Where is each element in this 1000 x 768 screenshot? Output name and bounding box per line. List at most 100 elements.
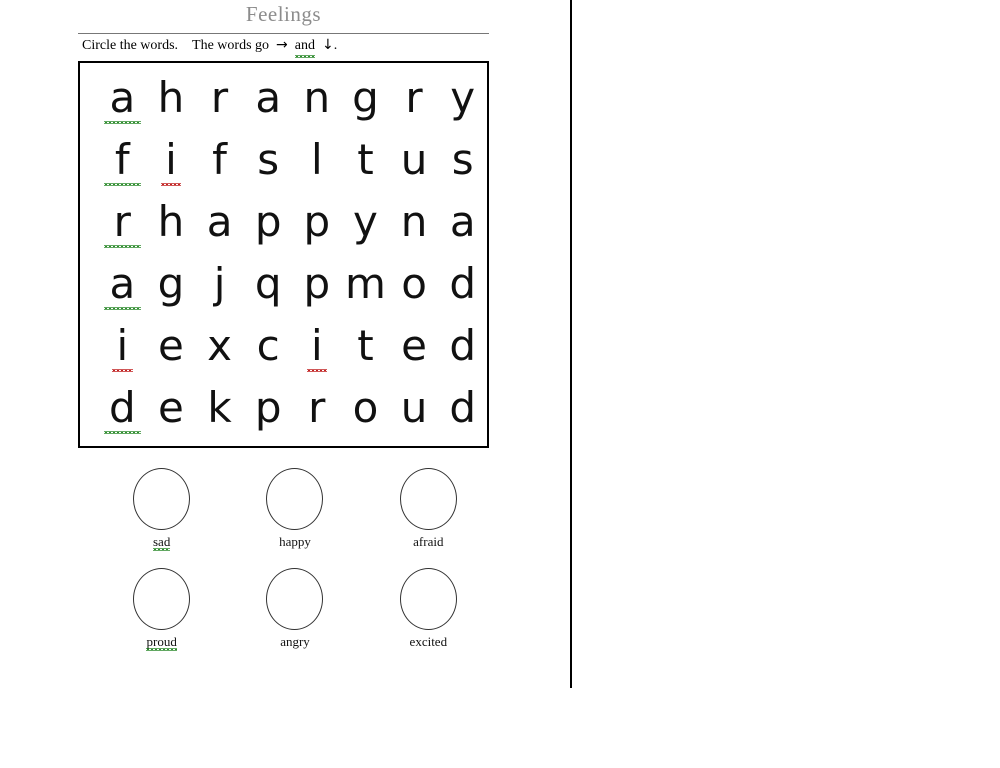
grid-letter-cell[interactable]: r: [293, 383, 342, 433]
grid-letter: f: [212, 135, 227, 184]
grid-letter-cell[interactable]: n: [390, 197, 439, 247]
word-bank-item[interactable]: excited: [362, 568, 495, 668]
grid-letter-cell[interactable]: p: [244, 197, 293, 247]
grid-letter-cell[interactable]: u: [390, 135, 439, 185]
grid-letter: r: [113, 197, 131, 246]
grid-letter-cell[interactable]: t: [341, 135, 390, 185]
grid-letter-cell[interactable]: h: [147, 197, 196, 247]
grid-letter: p: [303, 259, 331, 308]
grid-letter-cell[interactable]: o: [341, 383, 390, 433]
grid-letter: y: [450, 73, 476, 122]
grid-letter-cell[interactable]: p: [244, 383, 293, 433]
grid-letter-cell[interactable]: i: [293, 321, 342, 372]
grid-letter-cell[interactable]: e: [147, 321, 196, 371]
grid-letter: e: [401, 321, 427, 370]
grid-letter-cell[interactable]: k: [195, 383, 244, 433]
grid-letter-cell[interactable]: d: [438, 321, 487, 371]
grid-letter: r: [210, 73, 229, 122]
grid-letter-cell[interactable]: o: [390, 259, 439, 309]
grid-letter: f: [114, 135, 130, 184]
grid-letter: i: [310, 321, 323, 370]
word-bank-row: sad happy afraid: [95, 468, 495, 568]
grid-letter-cell[interactable]: a: [98, 259, 147, 310]
grid-letter-cell[interactable]: e: [390, 321, 439, 371]
grid-letter-cell[interactable]: q: [244, 259, 293, 309]
arrow-right-icon: →: [276, 37, 288, 53]
grid-letter: g: [352, 73, 379, 122]
word-bank-item[interactable]: angry: [228, 568, 361, 668]
grid-letter-cell[interactable]: s: [438, 135, 487, 185]
grid-letter: p: [254, 197, 282, 246]
word-bank-oval[interactable]: [399, 468, 457, 530]
worksheet-page: Feelings Circle the words. The words go → a…: [0, 0, 571, 768]
grid-letter: c: [256, 321, 280, 370]
word-bank-item[interactable]: happy: [228, 468, 361, 568]
grid-letter: p: [254, 383, 282, 432]
grid-letter-cell[interactable]: a: [244, 73, 293, 123]
grid-letter: u: [400, 383, 428, 432]
grid-letter-cell[interactable]: y: [341, 197, 390, 247]
grid-letter-cell[interactable]: r: [98, 197, 147, 248]
grid-row: agjqpmod: [80, 259, 487, 321]
word-bank-item[interactable]: sad: [95, 468, 228, 568]
grid-letter: p: [303, 197, 331, 246]
grid-letter: l: [310, 135, 323, 184]
grid-letter-cell[interactable]: y: [438, 73, 487, 123]
word-bank-oval[interactable]: [266, 568, 324, 630]
word-bank-item[interactable]: afraid: [362, 468, 495, 568]
grid-letter-cell[interactable]: d: [98, 383, 147, 434]
grid-letter: e: [158, 383, 184, 432]
grid-letter: e: [158, 321, 184, 370]
grid-letter-cell[interactable]: s: [244, 135, 293, 185]
word-bank-oval[interactable]: [266, 468, 324, 530]
grid-letter: o: [352, 383, 379, 432]
grid-letter-cell[interactable]: u: [390, 383, 439, 433]
instructions-line: Circle the words. The words go → and ↓.: [82, 36, 337, 58]
grid-letter-cell[interactable]: g: [341, 73, 390, 123]
grid-letter-cell[interactable]: n: [293, 73, 342, 123]
grid-letter-cell[interactable]: e: [147, 383, 196, 433]
instruction-sentence-1: Circle the words.: [82, 38, 179, 53]
grid-letter-cell[interactable]: d: [438, 383, 487, 433]
page-title: Feelings: [245, 2, 322, 26]
grid-letter-cell[interactable]: f: [195, 135, 244, 185]
word-bank-oval[interactable]: [399, 568, 457, 630]
grid-letter-cell[interactable]: m: [341, 259, 390, 309]
grid-letter-cell[interactable]: d: [438, 259, 487, 309]
grid-letter-cell[interactable]: a: [195, 197, 244, 247]
grid-letter: i: [165, 135, 177, 184]
grid-letter-cell[interactable]: t: [341, 321, 390, 371]
grid-letter-cell[interactable]: g: [147, 259, 196, 309]
word-bank-oval[interactable]: [133, 568, 191, 630]
word-bank-item[interactable]: proud: [95, 568, 228, 668]
grid-letter-cell[interactable]: r: [195, 73, 244, 123]
grid-letter: o: [401, 259, 427, 308]
grid-letter: i: [116, 321, 129, 370]
grid-letter: y: [353, 197, 378, 246]
grid-letter-cell[interactable]: a: [98, 73, 147, 124]
instruction-period: .: [333, 38, 338, 53]
grid-letter: d: [108, 383, 136, 432]
grid-letter: s: [451, 135, 474, 184]
grid-letter-cell[interactable]: l: [293, 135, 342, 185]
grid-letter: j: [213, 259, 226, 308]
word-bank-label: angry: [280, 634, 310, 649]
instruction-and-word: and: [294, 36, 315, 58]
grid-letter-cell[interactable]: c: [244, 321, 293, 371]
grid-letter-cell[interactable]: i: [147, 135, 196, 186]
grid-letter-cell[interactable]: r: [390, 73, 439, 123]
grid-letter-cell[interactable]: a: [438, 197, 487, 247]
word-bank-oval[interactable]: [133, 468, 191, 530]
grid-letter: t: [357, 135, 374, 184]
grid-letter-cell[interactable]: h: [147, 73, 196, 123]
grid-letter: a: [109, 73, 136, 122]
grid-letter-cell[interactable]: j: [195, 259, 244, 309]
grid-letter: a: [255, 73, 282, 122]
grid-letter-cell[interactable]: p: [293, 259, 342, 309]
grid-letter-cell[interactable]: p: [293, 197, 342, 247]
grid-row: ahrangry: [80, 73, 487, 135]
grid-letter-cell[interactable]: f: [98, 135, 147, 186]
grid-letter-cell[interactable]: x: [195, 321, 244, 371]
grid-letter-cell[interactable]: i: [98, 321, 147, 372]
grid-letter: m: [344, 259, 386, 308]
